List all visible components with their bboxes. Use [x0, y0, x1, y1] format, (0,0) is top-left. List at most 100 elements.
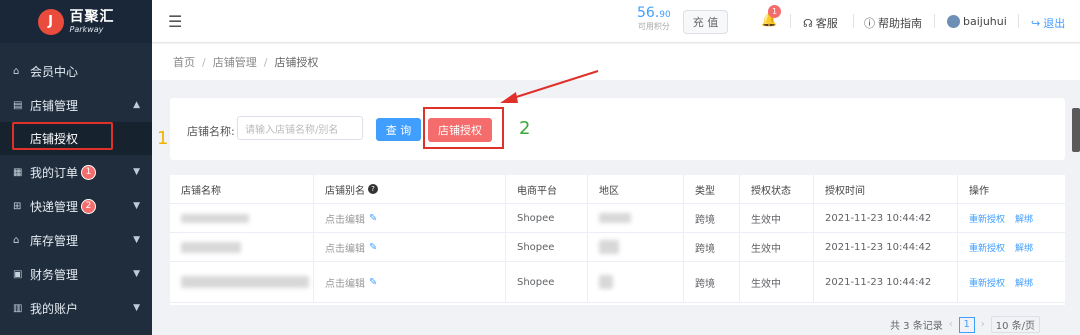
- user-menu[interactable]: baijuhui: [947, 15, 1007, 28]
- status-cell: 生效中: [740, 262, 814, 302]
- reauthorize-link[interactable]: 重新授权: [969, 212, 1005, 225]
- express-icon: ⊞: [13, 200, 22, 212]
- edit-alias-link[interactable]: 点击编辑 ✎: [325, 275, 377, 290]
- unbind-link[interactable]: 解绑: [1015, 241, 1033, 254]
- table-row: 点击编辑 ✎ Shopee 跨境 生效中 2021-11-23 10:44:42 …: [170, 204, 1065, 233]
- query-button[interactable]: 查 询: [376, 118, 421, 141]
- sidebar-item-label: 我的账户: [30, 301, 79, 316]
- pencil-icon: ✎: [369, 241, 378, 253]
- type-cell: 跨境: [684, 233, 740, 261]
- warehouse-icon: ⌂: [13, 234, 20, 246]
- sidebar-item-inventory[interactable]: ⌂ 库存管理 ▼: [0, 223, 152, 257]
- logo[interactable]: J 百聚汇 Parkway: [0, 0, 152, 43]
- help-guide-link[interactable]: ⓘ 帮助指南: [864, 15, 922, 31]
- order-badge: 1: [81, 164, 97, 180]
- credits-int: 56.: [637, 5, 660, 21]
- headset-icon: ☊: [803, 16, 813, 30]
- redacted-region: [599, 240, 619, 254]
- annotation-highlight-sidebar: [12, 122, 113, 150]
- credits-label: 可用积分: [637, 22, 670, 31]
- account-icon: ▥: [13, 302, 23, 314]
- col-header-actions: 操作: [969, 185, 989, 197]
- page-number-button[interactable]: 1: [958, 316, 975, 333]
- shop-icon: ▤: [13, 99, 23, 111]
- sidebar-item-member-center[interactable]: ⌂ 会员中心: [0, 54, 152, 88]
- prev-page-icon[interactable]: ‹: [949, 319, 953, 330]
- breadcrumb-shop-management[interactable]: 店铺管理: [213, 54, 257, 70]
- finance-icon: ▣: [13, 268, 23, 280]
- sidebar: J 百聚汇 Parkway ⌂ 会员中心 ▤ 店铺管理 ▲ 店铺授权 ▦ 我的订…: [0, 0, 152, 335]
- header-divider: [1018, 14, 1019, 28]
- auth-time-cell: 2021-11-23 10:44:42: [814, 233, 958, 261]
- status-cell: 生效中: [740, 204, 814, 232]
- redacted-region: [599, 213, 631, 223]
- breadcrumb-current: 店铺授权: [274, 56, 319, 69]
- shop-name-search-input[interactable]: 请输入店铺名称/别名: [237, 116, 363, 140]
- annotation-step-1: 1: [157, 128, 169, 149]
- sidebar-item-label: 快递管理: [30, 199, 79, 214]
- sidebar-item-shop-management[interactable]: ▤ 店铺管理 ▲: [0, 88, 152, 122]
- redacted-shop-name: [181, 276, 309, 288]
- col-header-platform: 电商平台: [506, 175, 588, 203]
- status-cell: 生效中: [740, 233, 814, 261]
- pencil-icon: ✎: [369, 212, 378, 224]
- sidebar-item-account[interactable]: ▥ 我的账户 ▼: [0, 291, 152, 325]
- col-header-type: 类型: [684, 175, 740, 203]
- search-panel: 店铺名称: 请输入店铺名称/别名 查 询 店铺授权: [170, 98, 1065, 160]
- chevron-down-icon: ▼: [133, 167, 140, 177]
- notification-bell-icon[interactable]: 🔔 1: [761, 5, 781, 28]
- logout-link[interactable]: ↪ 退出: [1031, 15, 1065, 31]
- type-cell: 跨境: [684, 262, 740, 302]
- col-header-alias: 店铺别名?: [314, 175, 506, 203]
- col-header-region: 地区: [588, 175, 684, 203]
- breadcrumb-home[interactable]: 首页: [173, 54, 195, 70]
- pagination: 共 3 条记录 ‹ 1 › 10 条/页: [890, 316, 1041, 333]
- auth-time-cell: 2021-11-23 10:44:42: [814, 204, 958, 232]
- table-row: 点击编辑 ✎ Shopee 跨境 生效中 2021-11-23 10:44:42 …: [170, 233, 1065, 262]
- chevron-up-icon: ▲: [133, 100, 140, 110]
- order-icon: ▦: [13, 166, 23, 178]
- platform-cell: Shopee: [506, 204, 588, 232]
- credits-dec: 90: [659, 10, 671, 20]
- username: baijuhui: [963, 15, 1007, 28]
- header-divider: [853, 14, 854, 28]
- shop-name-label: 店铺名称:: [187, 125, 235, 138]
- express-badge: 2: [81, 198, 97, 214]
- customer-service-link[interactable]: ☊ 客服: [803, 15, 838, 31]
- scrollbar[interactable]: [1072, 108, 1080, 152]
- breadcrumb: 首页 / 店铺管理 / 店铺授权: [152, 44, 1080, 80]
- pencil-icon: ✎: [369, 276, 378, 288]
- col-header-status: 授权状态: [740, 175, 814, 203]
- help-circle-icon: ⓘ: [864, 17, 875, 30]
- chevron-down-icon: ▼: [133, 269, 140, 279]
- edit-alias-link[interactable]: 点击编辑 ✎: [325, 240, 377, 255]
- annotation-step-2: 2: [519, 118, 531, 139]
- header-divider: [790, 14, 791, 28]
- page-size-select[interactable]: 10 条/页: [990, 316, 1041, 333]
- sidebar-item-label: 我的订单: [30, 165, 79, 180]
- reauthorize-link[interactable]: 重新授权: [969, 241, 1005, 254]
- col-header-auth-time: 授权时间: [814, 175, 958, 203]
- menu-toggle-icon[interactable]: ☰: [168, 12, 182, 31]
- redacted-shop-name: [181, 241, 241, 253]
- redacted-shop-name: [181, 213, 249, 223]
- unbind-link[interactable]: 解绑: [1015, 212, 1033, 225]
- notification-badge: 1: [768, 5, 781, 18]
- unbind-link[interactable]: 解绑: [1015, 276, 1033, 289]
- sidebar-item-express[interactable]: ⊞ 快递管理 2 ▼: [0, 189, 152, 223]
- recharge-button[interactable]: 充 值: [683, 10, 728, 34]
- sidebar-menu: ⌂ 会员中心 ▤ 店铺管理 ▲ 店铺授权 ▦ 我的订单 1 ▼ ⊞ 快递管理 2…: [0, 54, 152, 325]
- home-icon: ⌂: [13, 65, 20, 77]
- help-icon[interactable]: ?: [368, 184, 378, 194]
- edit-alias-link[interactable]: 点击编辑 ✎: [325, 211, 377, 226]
- reauthorize-link[interactable]: 重新授权: [969, 276, 1005, 289]
- sidebar-item-finance[interactable]: ▣ 财务管理 ▼: [0, 257, 152, 291]
- next-page-icon[interactable]: ›: [981, 319, 985, 330]
- shop-table: 店铺名称 店铺别名? 电商平台 地区 类型 授权状态 授权时间 操作 点击编辑 ✎…: [170, 175, 1065, 305]
- logo-text: 百聚汇: [69, 8, 115, 25]
- sidebar-item-label: 会员中心: [30, 64, 79, 79]
- sidebar-item-my-orders[interactable]: ▦ 我的订单 1 ▼: [0, 155, 152, 189]
- avatar: [947, 15, 960, 28]
- chevron-down-icon: ▼: [133, 303, 140, 313]
- platform-cell: Shopee: [506, 233, 588, 261]
